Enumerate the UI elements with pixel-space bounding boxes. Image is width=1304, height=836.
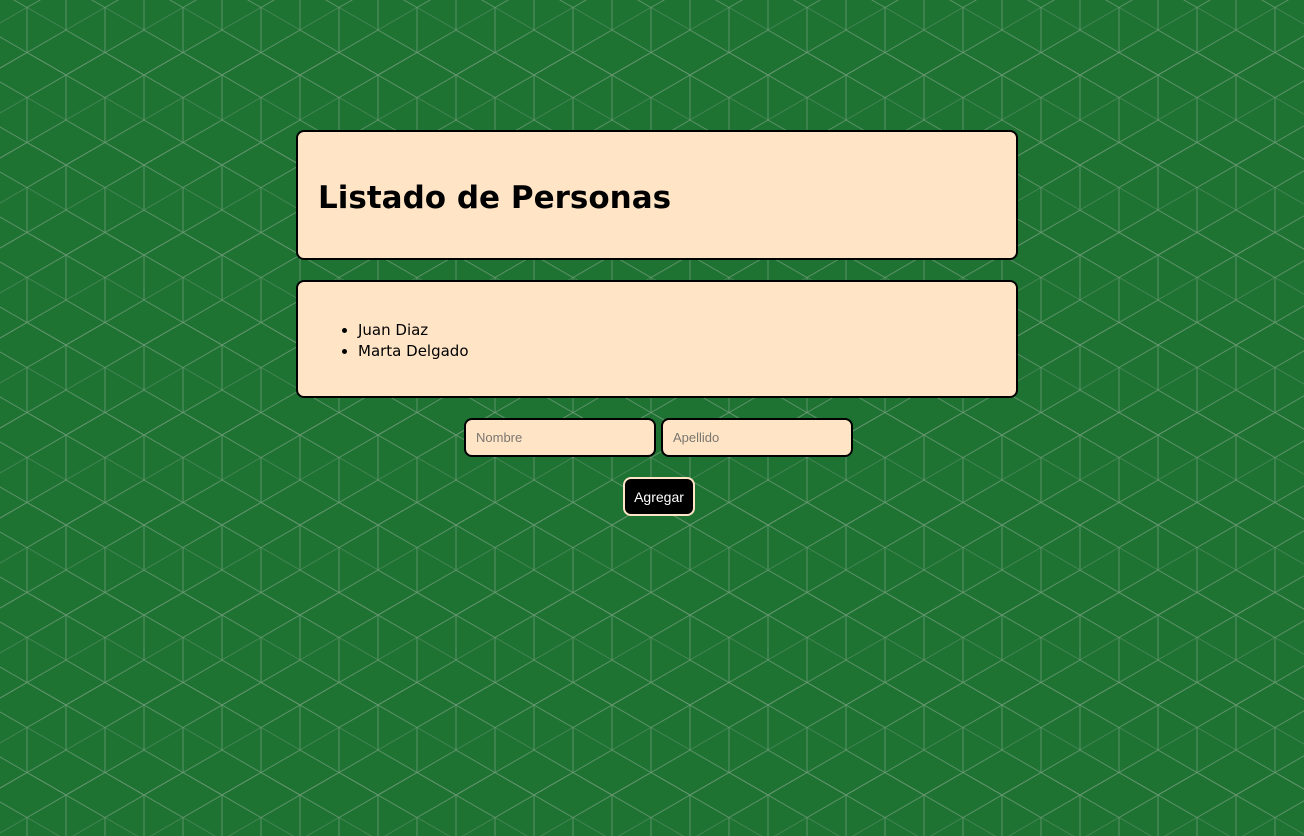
page-title: Listado de Personas bbox=[318, 180, 672, 216]
people-list: Juan Diaz Marta Delgado bbox=[298, 320, 469, 362]
list-item: Marta Delgado bbox=[358, 341, 469, 362]
nombre-input[interactable] bbox=[464, 418, 656, 457]
header-card: Listado de Personas bbox=[296, 130, 1018, 260]
list-item: Juan Diaz bbox=[358, 320, 469, 341]
apellido-input[interactable] bbox=[661, 418, 853, 457]
people-list-card: Juan Diaz Marta Delgado bbox=[296, 280, 1018, 398]
background-cube-pattern bbox=[0, 0, 1304, 836]
add-person-button[interactable]: Agregar bbox=[623, 477, 695, 516]
